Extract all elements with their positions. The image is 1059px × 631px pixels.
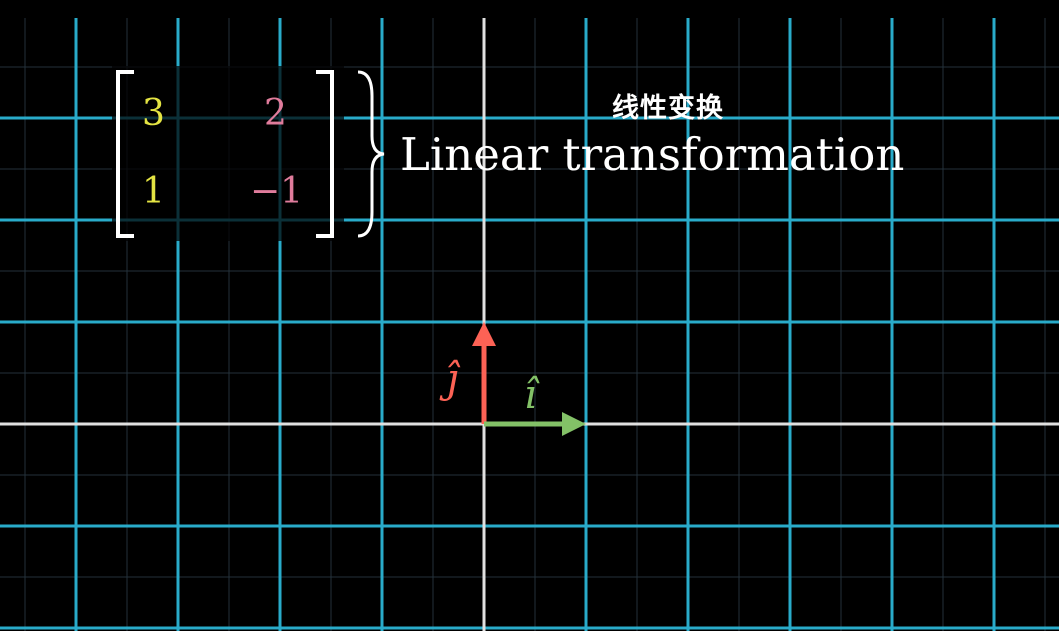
matrix-cell-a12: 2 — [264, 93, 287, 134]
subtitle-chinese: 线性变换 — [612, 93, 724, 124]
matrix-cell-a21: 1 — [142, 171, 165, 212]
top-edge-bar — [0, 0, 1059, 18]
j-hat-label: ĵ — [446, 356, 459, 402]
subtitle-english: Linear transformation — [400, 128, 905, 181]
matrix-cell-a22: −1 — [250, 171, 304, 212]
i-hat-label: î — [524, 372, 537, 418]
matrix: 3 2 1 −1 — [112, 66, 344, 241]
matrix-cell-a11: 3 — [142, 93, 165, 134]
curly-brace — [357, 70, 385, 238]
